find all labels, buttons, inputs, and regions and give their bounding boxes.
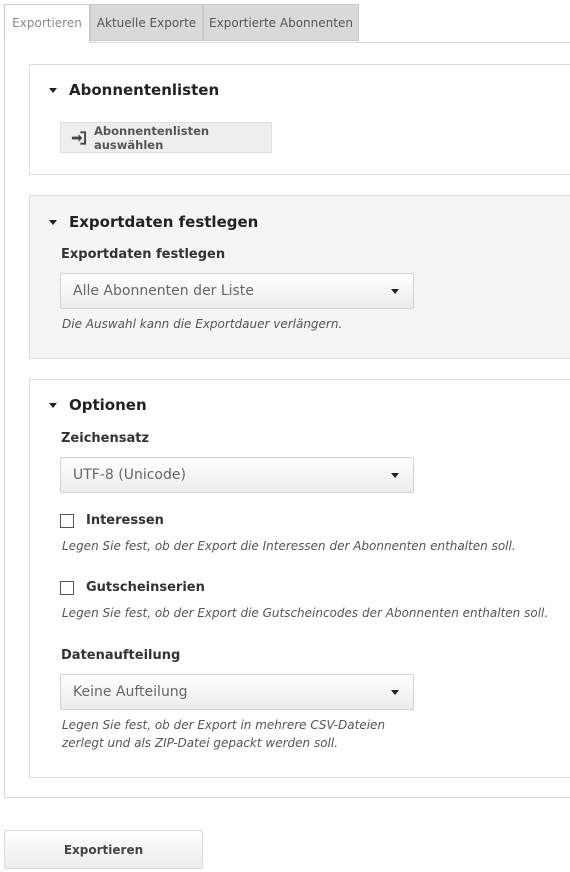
dropdown-arrow-icon — [391, 289, 399, 294]
options-title: Optionen — [69, 396, 147, 414]
coupons-label: Gutscheinserien — [86, 580, 205, 595]
interests-label: Interessen — [86, 513, 164, 528]
subscriber-lists-title: Abonnentenlisten — [69, 81, 220, 99]
split-hint-line-2: zerlegt und als ZIP-Datei gepackt werden… — [62, 736, 339, 750]
charset-select[interactable]: UTF-8 (Unicode) — [60, 457, 414, 493]
choose-lists-label: Abonnentenlisten auswählen — [93, 123, 210, 152]
charset-label: Zeichensatz — [61, 431, 150, 446]
split-select[interactable]: Keine Aufteilung — [60, 674, 414, 710]
tab-bar: Exportieren Aktuelle Exporte Exportierte… — [4, 4, 570, 43]
split-label: Datenaufteilung — [61, 648, 181, 663]
export-data-title: Exportdaten festlegen — [69, 213, 259, 231]
split-select-value: Keine Aufteilung — [73, 684, 188, 700]
interests-option: Interessen — [60, 513, 164, 528]
dropdown-arrow-icon — [391, 473, 399, 478]
tab-exportierte-abonnenten[interactable]: Exportierte Abonnenten — [203, 4, 359, 41]
coupons-option: Gutscheinserien — [60, 580, 205, 595]
collapse-caret-icon — [49, 219, 57, 225]
export-data-panel: Exportdaten festlegen Exportdaten festle… — [29, 195, 570, 359]
export-data-header[interactable]: Exportdaten festlegen — [49, 213, 258, 231]
export-data-select-value: Alle Abonnenten der Liste — [73, 283, 254, 299]
split-hint-line-1: Legen Sie fest, ob der Export in mehrere… — [62, 718, 386, 732]
tab-exportieren[interactable]: Exportieren — [4, 4, 90, 43]
options-header[interactable]: Optionen — [49, 396, 147, 414]
tab-aktuelle-exporte[interactable]: Aktuelle Exporte — [90, 4, 203, 41]
interests-hint: Legen Sie fest, ob der Export die Intere… — [62, 539, 516, 553]
subscriber-lists-panel: Abonnentenlisten Abonnentenlisten auswäh… — [29, 64, 570, 175]
export-data-hint: Die Auswahl kann die Exportdauer verläng… — [62, 317, 343, 331]
options-panel: Optionen Zeichensatz UTF-8 (Unicode) Int… — [29, 379, 570, 778]
split-hint: Legen Sie fest, ob der Export in mehrere… — [62, 716, 385, 752]
export-button[interactable]: Exportieren — [4, 830, 203, 869]
collapse-caret-icon — [49, 402, 57, 408]
coupons-hint: Legen Sie fest, ob der Export die Gutsch… — [62, 606, 549, 620]
interests-checkbox[interactable] — [60, 513, 74, 528]
coupons-checkbox[interactable] — [60, 580, 74, 595]
sign-in-icon — [71, 130, 87, 145]
dropdown-arrow-icon — [391, 690, 399, 695]
export-data-select[interactable]: Alle Abonnenten der Liste — [60, 273, 414, 309]
collapse-caret-icon — [49, 87, 57, 93]
subscriber-lists-header[interactable]: Abonnentenlisten — [49, 81, 219, 99]
charset-select-value: UTF-8 (Unicode) — [73, 467, 186, 483]
choose-lists-button[interactable]: Abonnentenlisten auswählen — [60, 122, 272, 153]
export-data-label: Exportdaten festlegen — [61, 247, 226, 262]
